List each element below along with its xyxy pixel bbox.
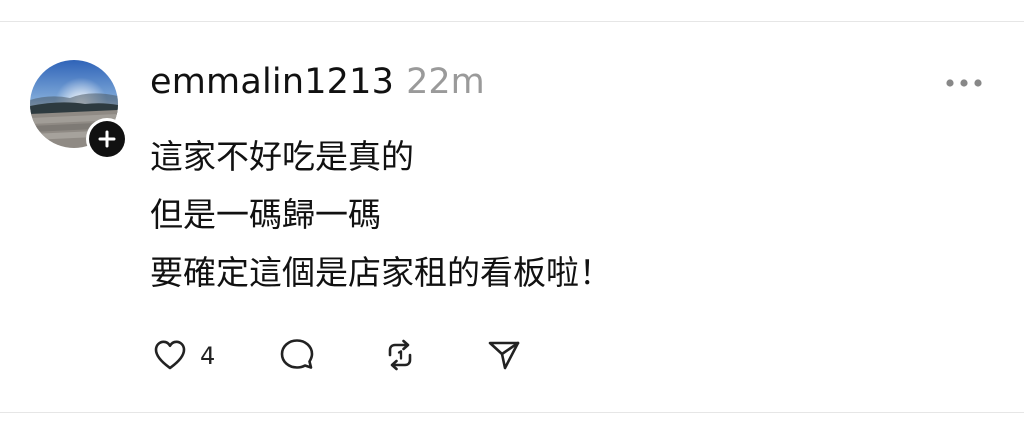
send-icon <box>484 335 524 375</box>
plus-icon <box>98 130 116 148</box>
like-button[interactable]: 4 <box>150 332 215 378</box>
repost-button[interactable] <box>380 332 420 378</box>
timestamp[interactable]: 22m <box>406 62 485 102</box>
action-bar: 4 <box>150 332 524 378</box>
avatar-container[interactable] <box>30 60 128 160</box>
post-text-line: 但是一碼歸一碼 <box>150 195 381 234</box>
more-options-button[interactable] <box>938 66 990 100</box>
post-text-line: 要確定這個是店家租的看板啦！ <box>150 253 612 292</box>
post-content: 這家不好吃是真的 但是一碼歸一碼 要確定這個是店家租的看板啦！ <box>150 128 950 302</box>
heart-icon <box>150 335 190 375</box>
username[interactable]: emmalin1213 <box>150 62 394 102</box>
reply-button[interactable] <box>277 332 317 378</box>
thread-post: emmalin1213 22m 這家不好吃是真的 但是一碼歸一碼 要確定這個是店… <box>0 0 1024 434</box>
follow-button[interactable] <box>86 118 128 160</box>
comment-bubble-icon <box>277 335 317 375</box>
bottom-divider <box>0 412 1024 413</box>
like-count: 4 <box>200 342 216 370</box>
post-text-line: 這家不好吃是真的 <box>150 137 414 176</box>
more-horizontal-icon <box>946 79 982 87</box>
share-button[interactable] <box>484 332 524 378</box>
post-header: emmalin1213 22m <box>150 62 485 106</box>
repost-icon <box>380 335 420 375</box>
